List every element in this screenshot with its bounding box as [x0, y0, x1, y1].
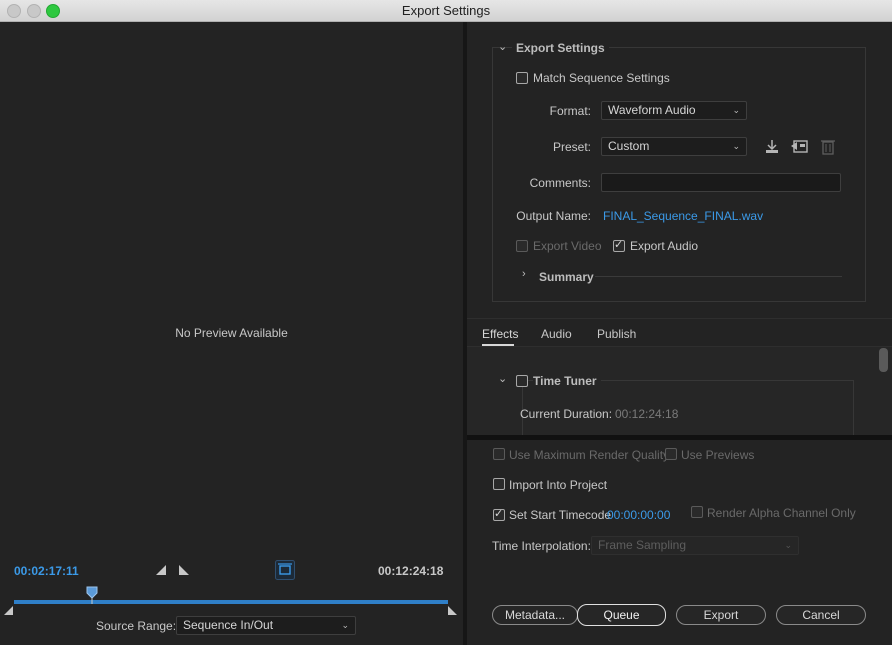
- render-alpha-label: Render Alpha Channel Only: [707, 506, 856, 520]
- collapse-chevron-icon[interactable]: ⌄: [498, 40, 507, 53]
- tabs-divider: [467, 318, 892, 319]
- save-preset-icon[interactable]: [764, 139, 780, 155]
- use-previews-label: Use Previews: [681, 448, 755, 462]
- time-interpolation-value: Frame Sampling: [598, 538, 687, 552]
- start-timecode-value[interactable]: 00:00:00:00: [607, 508, 670, 522]
- import-into-project-checkbox[interactable]: [493, 478, 505, 490]
- playhead-icon[interactable]: [86, 586, 98, 604]
- no-preview-message: No Preview Available: [175, 326, 288, 340]
- source-range-value: Sequence In/Out: [183, 618, 274, 632]
- preset-label: Preset:: [552, 140, 591, 154]
- max-render-quality-label: Use Maximum Render Quality: [509, 448, 670, 462]
- import-preset-icon[interactable]: [791, 139, 809, 155]
- max-render-quality-checkbox[interactable]: [493, 448, 505, 460]
- set-start-timecode-checkbox[interactable]: [493, 507, 505, 521]
- current-timecode[interactable]: 00:02:17:11: [14, 564, 79, 578]
- current-duration-value: 00:12:24:18: [615, 407, 679, 421]
- collapse-chevron-icon[interactable]: ⌄: [498, 372, 507, 385]
- summary-toggle[interactable]: Summary: [539, 270, 594, 284]
- chevron-down-icon: ⌄: [732, 105, 740, 115]
- aspect-icon[interactable]: [275, 560, 295, 580]
- chevron-down-icon: ⌄: [341, 620, 349, 630]
- render-alpha-checkbox[interactable]: [691, 506, 703, 518]
- import-into-project-label: Import Into Project: [509, 478, 608, 492]
- settings-pane: ⌄ Export Settings Match Sequence Setting…: [467, 22, 892, 645]
- time-tuner-checkbox[interactable]: [516, 375, 528, 387]
- set-start-timecode-label: Set Start Timecode: [509, 508, 612, 522]
- window-title: Export Settings: [401, 3, 491, 18]
- export-button[interactable]: Export: [676, 605, 766, 625]
- in-point-marker[interactable]: [4, 606, 14, 616]
- preset-select[interactable]: Custom ⌄: [601, 137, 747, 156]
- export-video-checkbox[interactable]: [516, 240, 528, 252]
- match-sequence-checkbox[interactable]: [516, 72, 528, 84]
- time-tuner-label: Time Tuner: [533, 374, 601, 388]
- use-previews-checkbox[interactable]: [665, 448, 677, 460]
- export-audio-checkbox[interactable]: [613, 238, 625, 252]
- time-interpolation-label: Time Interpolation:: [492, 539, 591, 553]
- tab-audio[interactable]: Audio: [541, 327, 572, 341]
- source-range-label: Source Range:: [96, 619, 177, 633]
- output-name-label: Output Name:: [516, 209, 591, 223]
- mark-out-icon[interactable]: [178, 564, 190, 576]
- chevron-down-icon: ⌄: [784, 540, 792, 550]
- format-value: Waveform Audio: [608, 103, 696, 117]
- format-label: Format:: [549, 104, 591, 118]
- chevron-down-icon: ⌄: [732, 141, 740, 151]
- comments-input[interactable]: [601, 173, 841, 192]
- cancel-button[interactable]: Cancel: [776, 605, 866, 625]
- metadata-button[interactable]: Metadata...: [492, 605, 578, 625]
- timeline-bar[interactable]: [14, 600, 448, 604]
- expand-chevron-icon[interactable]: ›: [522, 268, 526, 280]
- mark-in-icon[interactable]: [155, 564, 167, 576]
- tab-publish[interactable]: Publish: [597, 327, 636, 341]
- match-sequence-label: Match Sequence Settings: [533, 71, 670, 85]
- panel-divider[interactable]: [467, 435, 892, 440]
- end-timecode: 00:12:24:18: [378, 564, 444, 578]
- export-video-label: Export Video: [533, 239, 602, 253]
- out-point-marker[interactable]: [448, 606, 458, 616]
- comments-label: Comments:: [529, 176, 591, 190]
- output-name-link[interactable]: FINAL_Sequence_FINAL.wav: [603, 209, 763, 223]
- summary-divider: [595, 276, 842, 277]
- effects-scrollbar[interactable]: [879, 348, 888, 372]
- time-interpolation-select[interactable]: Frame Sampling ⌄: [591, 536, 799, 555]
- export-audio-label: Export Audio: [630, 239, 699, 253]
- queue-button[interactable]: Queue: [577, 604, 666, 626]
- export-settings-header: Export Settings: [512, 41, 609, 55]
- preview-pane: No Preview Available 00:02:17:11 00:12:2…: [0, 22, 463, 645]
- current-duration-label: Current Duration:: [520, 407, 613, 421]
- tab-effects[interactable]: Effects: [482, 327, 518, 341]
- source-range-select[interactable]: Sequence In/Out ⌄: [176, 616, 356, 635]
- delete-preset-icon[interactable]: [821, 139, 835, 155]
- preset-value: Custom: [608, 139, 650, 153]
- title-bar: Export Settings: [0, 0, 892, 22]
- format-select[interactable]: Waveform Audio ⌄: [601, 101, 747, 120]
